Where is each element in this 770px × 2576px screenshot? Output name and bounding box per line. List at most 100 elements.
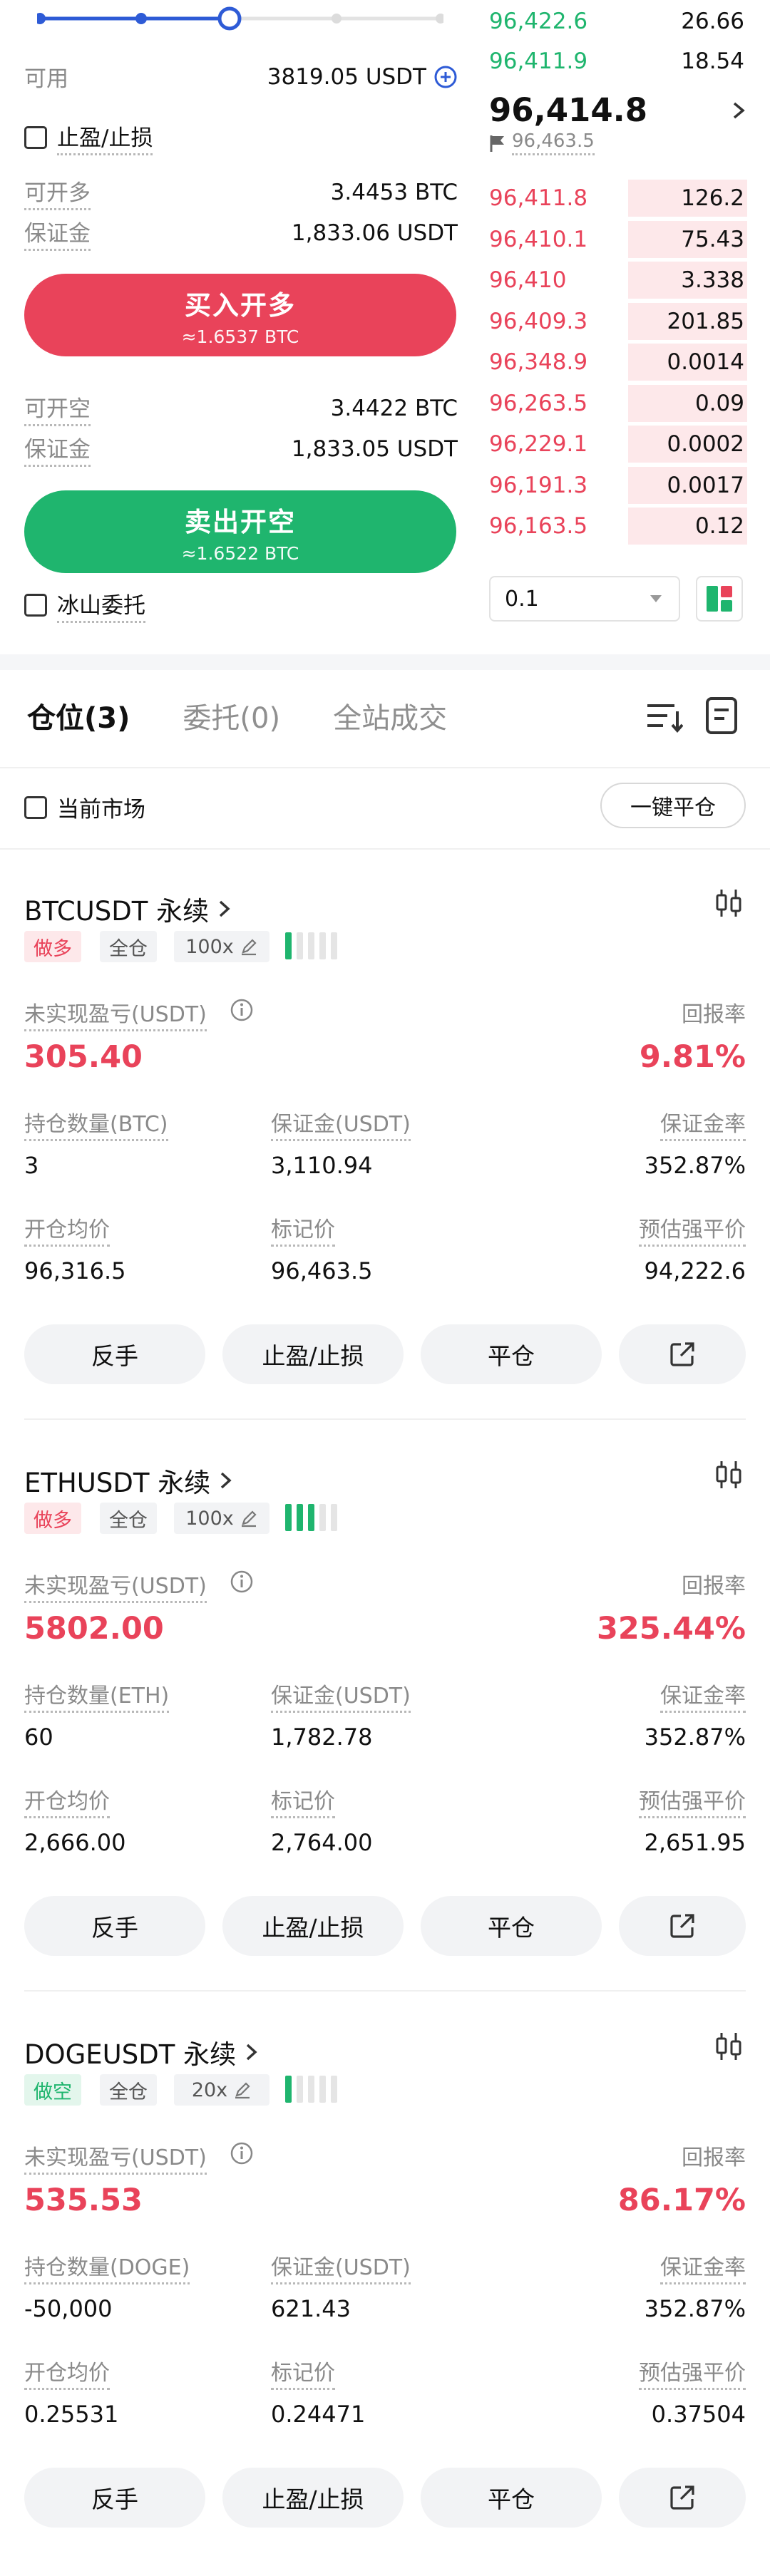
reverse-button[interactable]: 反手 [24, 1324, 205, 1384]
section-divider [0, 654, 770, 670]
chart-icon[interactable] [713, 887, 746, 919]
position-card: BTCUSDT 永续 做多 全仓 100x 未实现盈亏(USDT) 回报率 30… [0, 877, 770, 1433]
close-all-button[interactable]: 一键平仓 [600, 783, 746, 828]
short-max-row: 可开空 3.4422 BTC [24, 391, 458, 426]
leverage-slider[interactable] [37, 4, 443, 33]
leverage-badge[interactable]: 100x [174, 1503, 270, 1534]
ask-row[interactable]: 96,410 3.338 [489, 260, 747, 300]
share-button[interactable] [619, 1896, 746, 1956]
tp-sl-checkbox[interactable] [24, 126, 47, 149]
info-icon[interactable] [230, 998, 254, 1022]
buy-long-button[interactable]: 买入开多 ≈1.6537 BTC [24, 274, 456, 356]
short-margin-row: 保证金 1,833.05 USDT [24, 431, 458, 467]
tab-orders[interactable]: 委托(0) [183, 695, 280, 736]
orderbook-layout-icon [707, 586, 732, 612]
ask-qty: 201.85 [667, 308, 744, 334]
size-value: -50,000 [24, 2295, 113, 2322]
tp-sl-toggle[interactable]: 止盈/止损 [24, 120, 153, 155]
ask-price: 96,191.3 [489, 472, 588, 498]
layout-toggle-button[interactable] [696, 576, 743, 622]
share-button[interactable] [619, 2468, 746, 2528]
roe-value: 9.81% [639, 1039, 746, 1075]
ask-qty: 0.0002 [667, 431, 744, 457]
edit-icon [241, 939, 257, 956]
ask-row[interactable]: 96,191.3 0.0017 [489, 465, 747, 505]
position-symbol: BTCUSDT 永续 [24, 896, 210, 927]
current-market-filter[interactable]: 当前市场 [24, 791, 145, 823]
position-symbol-link[interactable]: DOGEUSDT 永续 [24, 2033, 260, 2071]
ask-row[interactable]: 96,409.3 201.85 [489, 302, 747, 341]
mark-price-value: 2,764.00 [271, 1829, 373, 1856]
chart-icon[interactable] [713, 1458, 746, 1491]
pnl-label: 未实现盈亏(USDT) [24, 996, 207, 1031]
current-market-checkbox[interactable] [24, 795, 47, 819]
ask-price: 96,410.1 [489, 226, 588, 252]
tp-sl-button[interactable]: 止盈/止损 [222, 1324, 404, 1384]
precision-select[interactable]: 0.1 [489, 576, 680, 622]
close-position-button[interactable]: 平仓 [421, 1896, 602, 1956]
chevron-right-icon [221, 1472, 232, 1489]
pnl-label-text: 未实现盈亏(USDT) [24, 1002, 207, 1027]
position-symbol-link[interactable]: BTCUSDT 永续 [24, 890, 233, 928]
ask-qty: 0.09 [694, 390, 744, 416]
tp-sl-button[interactable]: 止盈/止损 [222, 2468, 404, 2528]
size-value: 60 [24, 1724, 53, 1751]
reverse-button[interactable]: 反手 [24, 2468, 205, 2528]
mark-price-value: 0.24471 [271, 2401, 366, 2428]
tab-all-trades[interactable]: 全站成交 [333, 695, 447, 736]
entry-price-value: 0.25531 [24, 2401, 119, 2428]
margin-value: 3,110.94 [271, 1152, 373, 1179]
margin-mode-badge[interactable]: 全仓 [100, 931, 157, 962]
edit-icon [235, 2082, 250, 2099]
pnl-label-text: 未实现盈亏(USDT) [24, 1574, 207, 1599]
ask-price: 96,409.3 [489, 308, 588, 334]
margin-label: 保证金(USDT) [271, 1678, 411, 1713]
leverage-badge[interactable]: 20x [174, 2074, 270, 2106]
side-badge: 做多 [24, 1503, 81, 1534]
document-icon[interactable] [704, 696, 739, 736]
ask-qty: 0.12 [694, 513, 744, 539]
share-button[interactable] [619, 1324, 746, 1384]
ask-row[interactable]: 96,410.1 75.43 [489, 220, 747, 259]
iceberg-checkbox[interactable] [24, 594, 47, 617]
position-tabs: 仓位(3) 委托(0) 全站成交 [27, 695, 447, 736]
margin-mode-badge[interactable]: 全仓 [100, 1503, 157, 1534]
chevron-right-icon[interactable] [730, 99, 747, 122]
ask-row[interactable]: 96,348.9 0.0014 [489, 342, 747, 382]
chart-icon[interactable] [713, 2030, 746, 2063]
liq-price-value: 2,651.95 [644, 1829, 746, 1856]
reverse-button[interactable]: 反手 [24, 1896, 205, 1956]
transfer-add-icon[interactable] [433, 65, 458, 89]
tp-sl-button[interactable]: 止盈/止损 [222, 1896, 404, 1956]
sell-short-button[interactable]: 卖出开空 ≈1.6522 BTC [24, 490, 456, 573]
entry-price-value: 96,316.5 [24, 1257, 126, 1284]
short-max-label: 可开空 [24, 391, 91, 426]
position-symbol-link[interactable]: ETHUSDT 永续 [24, 1461, 235, 1500]
last-price: 96,414.8 [489, 91, 648, 129]
ask-row[interactable]: 96,263.5 0.09 [489, 383, 747, 423]
share-icon [670, 1914, 694, 1938]
ask-row[interactable]: 96,163.5 0.12 [489, 506, 747, 546]
close-position-button[interactable]: 平仓 [421, 1324, 602, 1384]
ask-row[interactable]: 96,229.1 0.0002 [489, 424, 747, 464]
margin-value: 621.43 [271, 2295, 351, 2322]
margin-mode-badge[interactable]: 全仓 [100, 2074, 157, 2106]
iceberg-toggle[interactable]: 冰山委托 [24, 587, 145, 623]
info-icon[interactable] [230, 2141, 254, 2165]
position-card: DOGEUSDT 永续 做空 全仓 20x 未实现盈亏(USDT) 回报率 53… [0, 2020, 770, 2576]
ask-row[interactable]: 96,411.8 126.2 [489, 178, 747, 218]
leverage-badge[interactable]: 100x [174, 931, 270, 962]
liq-price-label: 预估强平价 [639, 1212, 746, 1247]
tabs-divider [0, 767, 770, 768]
close-position-button[interactable]: 平仓 [421, 2468, 602, 2528]
ask-qty: 126.2 [681, 185, 744, 211]
ask-price: 96,411.8 [489, 185, 588, 211]
bid-row[interactable]: 96,411.9 18.54 [489, 41, 747, 81]
last-price-block[interactable]: 96,414.8 96,463.5 [489, 91, 747, 155]
tab-positions[interactable]: 仓位(3) [27, 695, 130, 736]
long-max-row: 可开多 3.4453 BTC [24, 175, 458, 210]
info-icon[interactable] [230, 1570, 254, 1594]
bid-row[interactable]: 96,422.6 26.66 [489, 1, 747, 41]
card-divider [24, 1990, 746, 1992]
sort-icon[interactable] [646, 699, 683, 734]
